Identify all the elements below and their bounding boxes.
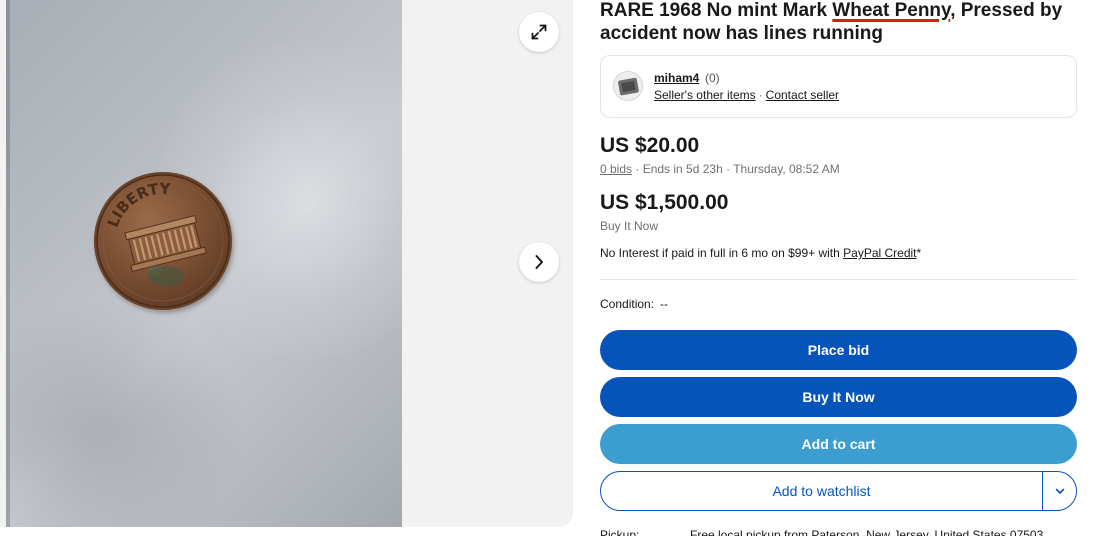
watchlist-dropdown-button[interactable] (1042, 472, 1076, 510)
chevron-down-icon (1055, 488, 1064, 494)
expand-image-button[interactable] (519, 12, 559, 52)
financing-info: No Interest if paid in full in 6 mo on $… (600, 246, 921, 260)
bids-count-link[interactable]: 0 bids (600, 162, 632, 176)
next-image-button[interactable] (519, 242, 559, 282)
seller-other-items-link[interactable]: Seller's other items (654, 88, 756, 102)
auction-price: US $20.00 (600, 134, 700, 157)
buy-now-price: US $1,500.00 (600, 191, 729, 214)
seller-card: miham4 (0) Seller's other items · Contact … (600, 55, 1077, 118)
seller-avatar[interactable] (613, 71, 643, 101)
condition-label: Condition: (600, 297, 655, 311)
chevron-right-icon (535, 255, 543, 269)
auction-end-time: · Ends in 5d 23h · Thursday, 08:52 AM (632, 162, 840, 176)
seller-name-link[interactable]: miham4 (654, 71, 699, 85)
paypal-credit-link[interactable]: PayPal Credit (843, 246, 916, 260)
watchlist-split-button: Add to watchlist (600, 471, 1077, 511)
title-prefix: RARE 1968 No mint Mark (600, 0, 833, 21)
add-to-cart-button[interactable]: Add to cart (600, 424, 1077, 464)
coin-detail-graphic: LIBERTY (96, 174, 230, 308)
place-bid-button[interactable]: Place bid (600, 330, 1077, 370)
avatar-image-icon (618, 77, 639, 96)
bid-info: 0 bids · Ends in 5d 23h · Thursday, 08:5… (600, 162, 840, 176)
condition-value: -- (660, 297, 669, 311)
photo-shadow (6, 300, 246, 527)
condition-row: Condition: -- (600, 297, 668, 311)
expand-arrows-icon (531, 24, 547, 40)
pickup-label: Pickup: (600, 528, 640, 536)
image-gallery: LIBERTY (0, 0, 573, 527)
contact-seller-link[interactable]: Contact seller (766, 88, 839, 102)
listing-photo[interactable]: LIBERTY (6, 0, 402, 527)
penny-coin-image: LIBERTY (94, 172, 232, 310)
financing-text: No Interest if paid in full in 6 mo on $… (600, 246, 844, 260)
seller-links: Seller's other items · Contact seller (654, 88, 839, 102)
financing-asterisk: * (916, 246, 922, 260)
section-divider (600, 279, 1077, 280)
listing-title: RARE 1968 No mint Mark Wheat Penny, Pres… (600, 0, 1080, 45)
buy-it-now-button[interactable]: Buy It Now (600, 377, 1077, 417)
photo-edge-shadow (6, 0, 10, 527)
title-keyword: Wheat Penny (832, 0, 951, 21)
add-to-watchlist-button[interactable]: Add to watchlist (601, 472, 1042, 510)
seller-feedback-score: (0) (705, 71, 720, 85)
buy-now-label: Buy It Now (600, 219, 659, 233)
seller-links-separator: · (758, 88, 763, 102)
pickup-value: Free local pickup from Paterson, New Jer… (690, 528, 1044, 536)
